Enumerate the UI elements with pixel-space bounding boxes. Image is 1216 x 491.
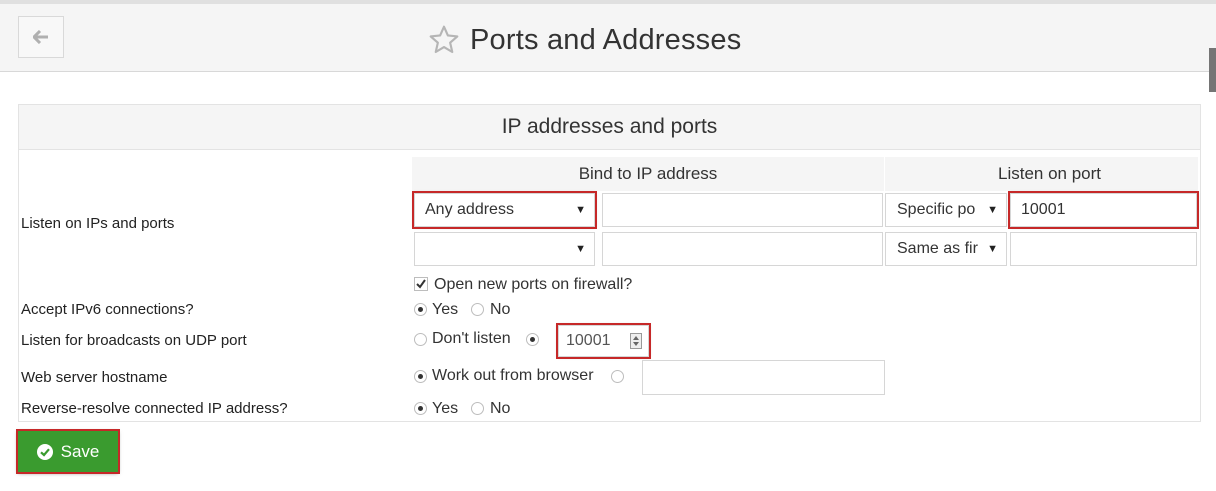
- udp-port-radio[interactable]: [526, 333, 539, 346]
- label-reverse-resolve: Reverse-resolve connected IP address?: [21, 400, 288, 417]
- caret-down-icon: ▼: [575, 204, 586, 216]
- hostname-workout-label: Work out from browser: [432, 367, 594, 384]
- hostname-input[interactable]: [642, 360, 885, 395]
- column-header-bind-ip: Bind to IP address: [412, 157, 884, 191]
- address-select-row-2[interactable]: ▼: [414, 232, 595, 266]
- ipv6-no-radio[interactable]: [471, 303, 484, 316]
- address-select-row-1[interactable]: Any address ▼: [412, 191, 597, 229]
- udp-port-value: 10001: [566, 332, 611, 349]
- spinner-icon[interactable]: [630, 333, 642, 349]
- ip-input-row-1[interactable]: [602, 193, 883, 227]
- arrow-left-icon: [33, 30, 48, 44]
- back-button[interactable]: [18, 16, 64, 58]
- ip-input-row-2[interactable]: [602, 232, 883, 266]
- udp-dont-listen-radio[interactable]: [414, 333, 427, 346]
- port-mode-select-row-1[interactable]: Specific po ▼: [885, 193, 1007, 227]
- scrollbar-thumb[interactable]: [1209, 48, 1216, 92]
- udp-dont-listen-label: Don't listen: [432, 330, 511, 347]
- port-mode-value: Specific po: [897, 201, 976, 218]
- check-circle-icon: [36, 443, 53, 460]
- column-header-listen-port: Listen on port: [885, 157, 1198, 191]
- save-button-label: Save: [60, 441, 100, 461]
- checkmark-icon: [416, 279, 426, 289]
- port-mode-value: Same as fir: [897, 240, 978, 257]
- panel-title: IP addresses and ports: [19, 105, 1200, 150]
- top-bar: Ports and Addresses: [0, 0, 1216, 72]
- caret-down-icon: ▼: [987, 204, 998, 216]
- firewall-label: Open new ports on firewall?: [434, 276, 633, 293]
- label-hostname: Web server hostname: [21, 369, 168, 386]
- ipv6-yes-label: Yes: [432, 301, 459, 318]
- firewall-checkbox[interactable]: [414, 277, 428, 291]
- ipv6-yes-radio[interactable]: [414, 303, 427, 316]
- reverse-yes-label: Yes: [432, 400, 459, 417]
- label-udp-broadcast: Listen for broadcasts on UDP port: [21, 332, 247, 349]
- label-listen-ips-ports: Listen on IPs and ports: [21, 215, 175, 232]
- hostname-workout-radio[interactable]: [414, 370, 427, 383]
- port-input-row-2[interactable]: [1010, 232, 1197, 266]
- page-title: Ports and Addresses: [470, 23, 742, 56]
- caret-down-icon: ▼: [575, 243, 586, 255]
- save-button[interactable]: Save: [16, 429, 120, 474]
- caret-down-icon: ▼: [987, 243, 998, 255]
- hostname-custom-radio[interactable]: [611, 370, 624, 383]
- reverse-no-radio[interactable]: [471, 402, 484, 415]
- address-select-value: Any address: [425, 201, 514, 218]
- udp-port-input[interactable]: 10001: [556, 323, 651, 359]
- title-area: Ports and Addresses: [428, 20, 741, 60]
- port-input-row-1[interactable]: 10001: [1008, 191, 1199, 229]
- label-ipv6: Accept IPv6 connections?: [21, 301, 194, 318]
- port-mode-select-row-2[interactable]: Same as fir ▼: [885, 232, 1007, 266]
- reverse-no-label: No: [490, 400, 511, 417]
- star-icon[interactable]: [428, 24, 460, 56]
- reverse-yes-radio[interactable]: [414, 402, 427, 415]
- ipv6-no-label: No: [490, 301, 511, 318]
